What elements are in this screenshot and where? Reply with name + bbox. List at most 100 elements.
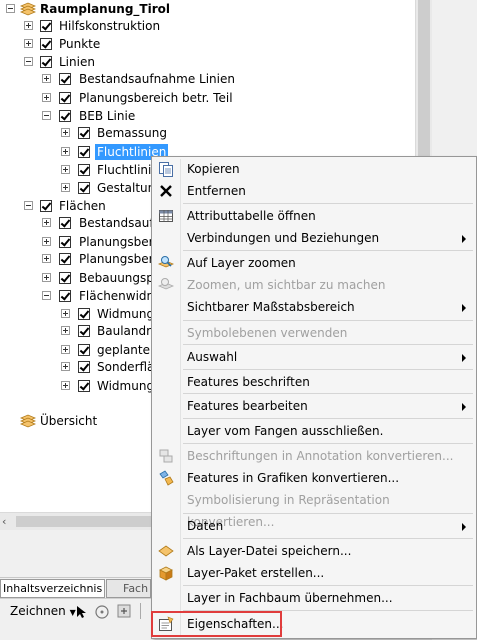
expand-toggle-icon[interactable]: [61, 165, 70, 174]
menu-item-massstabsbereich[interactable]: Sichtbarer Maßstabsbereich: [154, 296, 472, 318]
menu-item-label: Beschriftungen in Annotation konvertiere…: [187, 449, 454, 463]
collapse-toggle-icon[interactable]: [24, 57, 33, 66]
menu-item-label: Features beschriften: [187, 375, 310, 389]
draw-menu-button[interactable]: Zeichnen ▼: [10, 604, 76, 618]
expand-toggle-icon[interactable]: [61, 147, 70, 156]
visibility-checkbox[interactable]: [59, 236, 71, 248]
menu-item-layer-paket[interactable]: Layer-Paket erstellen...: [154, 562, 472, 584]
toc-item-bemassung[interactable]: Bemassung: [0, 124, 400, 142]
layer-file-icon: [158, 545, 174, 557]
table-icon: [159, 210, 173, 222]
collapse-toggle-icon[interactable]: [6, 4, 15, 13]
toc-item-label: Bestandsaufn: [79, 216, 162, 230]
collapse-toggle-icon[interactable]: [42, 291, 51, 300]
visibility-checkbox[interactable]: [59, 253, 71, 265]
expand-toggle-icon[interactable]: [61, 183, 70, 192]
visibility-checkbox[interactable]: [59, 110, 71, 122]
menu-item-verbindungen[interactable]: Verbindungen und Beziehungen: [154, 227, 472, 249]
toc-item-linien[interactable]: Linien: [0, 53, 400, 71]
zoom-visible-icon: [158, 278, 174, 290]
menu-item-label: Kopieren: [187, 162, 240, 176]
menu-item-auf-layer-zoomen[interactable]: Auf Layer zoomen: [154, 252, 472, 274]
menu-item-features-in-grafiken[interactable]: Features in Grafiken konvertieren...: [154, 467, 472, 489]
expand-toggle-icon[interactable]: [24, 39, 33, 48]
toc-item-beb-linie[interactable]: BEB Linie: [0, 107, 400, 125]
visibility-checkbox[interactable]: [78, 146, 90, 158]
horizontal-scrollbar-thumb[interactable]: [16, 516, 151, 527]
tab-inhaltsverzeichnis[interactable]: Inhaltsverzeichnis: [0, 579, 106, 598]
tab-fachbaum[interactable]: Fach: [106, 579, 152, 598]
toc-item-label: Baulandre: [97, 324, 159, 338]
menu-separator: [183, 203, 473, 204]
zoom-selected-icon[interactable]: [116, 603, 132, 619]
menu-item-auswahl[interactable]: Auswahl: [154, 346, 472, 368]
visibility-checkbox[interactable]: [59, 272, 71, 284]
expand-toggle-icon[interactable]: [61, 362, 70, 371]
menu-item-entfernen[interactable]: Entfernen: [154, 180, 472, 202]
expand-toggle-icon[interactable]: [24, 21, 33, 30]
menu-item-beschriftungen-annotation[interactable]: Beschriftungen in Annotation konvertiere…: [154, 445, 472, 467]
visibility-checkbox[interactable]: [40, 200, 52, 212]
menu-item-symbolebenen[interactable]: Symbolebenen verwenden: [154, 322, 472, 344]
menu-item-vom-fangen-ausschliessen[interactable]: Layer vom Fangen ausschließen.: [154, 420, 472, 442]
select-pointer-icon[interactable]: [76, 605, 88, 619]
toc-item-hilfskonstruktion[interactable]: Hilfskonstruktion: [0, 17, 400, 35]
menu-item-features-beschriften[interactable]: Features beschriften: [154, 371, 472, 393]
menu-item-layer-in-fachbaum[interactable]: Layer in Fachbaum übernehmen...: [154, 587, 472, 609]
menu-item-features-bearbeiten[interactable]: Features bearbeiten: [154, 395, 472, 417]
menu-separator: [183, 585, 473, 586]
menu-separator: [183, 443, 473, 444]
collapse-toggle-icon[interactable]: [24, 201, 33, 210]
toc-root-row[interactable]: Raumplanung_Tirol: [0, 0, 400, 18]
toc-item-label: Widmung: [97, 379, 155, 393]
menu-item-label: Zoomen, um sichtbar zu machen: [187, 278, 386, 292]
visibility-checkbox[interactable]: [78, 325, 90, 337]
menu-item-als-layer-datei[interactable]: Als Layer-Datei speichern...: [154, 540, 472, 562]
menu-item-label: Layer-Paket erstellen...: [187, 566, 325, 580]
visibility-checkbox[interactable]: [40, 20, 52, 32]
visibility-checkbox[interactable]: [78, 361, 90, 373]
menu-item-zoomen-sichtbar[interactable]: Zoomen, um sichtbar zu machen: [154, 274, 472, 296]
visibility-checkbox[interactable]: [40, 56, 52, 68]
menu-item-attributtabelle[interactable]: Attributtabelle öffnen: [154, 205, 472, 227]
expand-toggle-icon[interactable]: [42, 273, 51, 282]
scroll-left-arrow-icon[interactable]: ‹: [2, 513, 6, 530]
menu-item-symbolisierung-repraesentation[interactable]: Symbolisierung in Repräsentation konvert…: [154, 489, 472, 529]
menu-item-label: Daten: [187, 519, 224, 533]
visibility-checkbox[interactable]: [78, 308, 90, 320]
expand-toggle-icon[interactable]: [61, 128, 70, 137]
menu-item-kopieren[interactable]: Kopieren: [154, 158, 472, 180]
collapse-toggle-icon[interactable]: [42, 111, 51, 120]
zoom-layer-icon: [158, 256, 174, 268]
expand-toggle-icon[interactable]: [42, 93, 51, 102]
visibility-checkbox[interactable]: [78, 127, 90, 139]
expand-toggle-icon[interactable]: [42, 254, 51, 263]
expand-toggle-icon[interactable]: [61, 309, 70, 318]
toc-item-punkte[interactable]: Punkte: [0, 35, 400, 53]
toc-item-label: Widmung: [97, 307, 155, 321]
visibility-checkbox[interactable]: [78, 182, 90, 194]
visibility-checkbox[interactable]: [40, 38, 52, 50]
visibility-checkbox[interactable]: [59, 73, 71, 85]
toc-item-planungsbereich-betr-teil[interactable]: Planungsbereich betr. Teil: [0, 89, 400, 107]
visibility-checkbox[interactable]: [59, 290, 71, 302]
visibility-checkbox[interactable]: [78, 164, 90, 176]
toc-item-label: Hilfskonstruktion: [59, 19, 161, 33]
expand-toggle-icon[interactable]: [61, 326, 70, 335]
expand-toggle-icon[interactable]: [61, 345, 70, 354]
expand-toggle-icon[interactable]: [42, 74, 51, 83]
toc-item-bestandsaufnahme-linien[interactable]: Bestandsaufnahme Linien: [0, 70, 400, 88]
submenu-arrow-icon: [462, 403, 466, 411]
expand-toggle-icon[interactable]: [42, 218, 51, 227]
expand-toggle-icon[interactable]: [61, 381, 70, 390]
rotate-icon[interactable]: [94, 604, 110, 620]
visibility-checkbox[interactable]: [78, 344, 90, 356]
visibility-checkbox[interactable]: [59, 92, 71, 104]
expand-toggle-icon[interactable]: [42, 237, 51, 246]
menu-item-daten[interactable]: Daten: [154, 515, 472, 537]
visibility-checkbox[interactable]: [78, 380, 90, 392]
layers-icon: [20, 2, 36, 16]
submenu-arrow-icon: [462, 235, 466, 243]
visibility-checkbox[interactable]: [59, 217, 71, 229]
menu-item-label: Features in Grafiken konvertieren...: [187, 471, 400, 485]
